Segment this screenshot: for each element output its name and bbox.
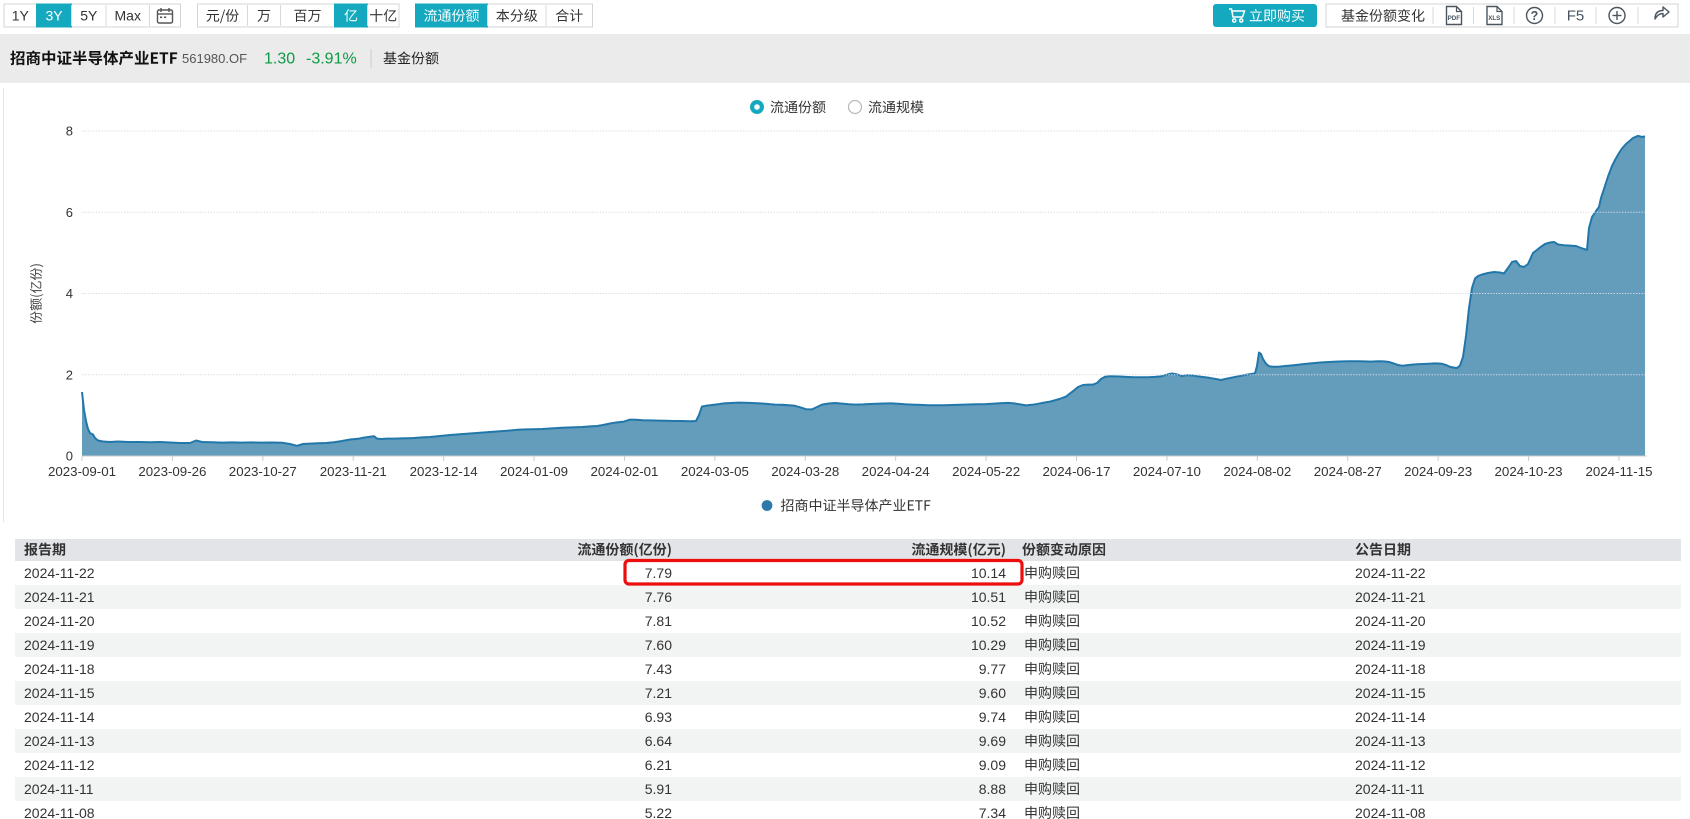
svg-text:4: 4: [66, 286, 73, 301]
svg-text:10.14: 10.14: [971, 565, 1006, 581]
svg-text:7.34: 7.34: [979, 805, 1006, 819]
svg-text:2024-11-21: 2024-11-21: [24, 589, 95, 605]
svg-text:6: 6: [66, 205, 73, 220]
svg-text:-3.91%: -3.91%: [306, 51, 357, 68]
svg-text:2024-11-11: 2024-11-11: [1355, 781, 1425, 797]
svg-text:7.21: 7.21: [645, 685, 672, 701]
svg-text:2024-03-28: 2024-03-28: [771, 464, 839, 479]
svg-text:2023-11-21: 2023-11-21: [320, 464, 387, 479]
svg-text:2: 2: [66, 367, 73, 382]
svg-text:2024-11-19: 2024-11-19: [24, 637, 95, 653]
svg-text:2024-11-19: 2024-11-19: [1355, 637, 1426, 653]
svg-text:7.43: 7.43: [645, 661, 672, 677]
svg-text:5.22: 5.22: [645, 805, 672, 819]
svg-text:1Y: 1Y: [12, 8, 30, 24]
svg-text:2024-11-20: 2024-11-20: [24, 613, 95, 629]
svg-text:9.74: 9.74: [979, 709, 1006, 725]
svg-text:2024-11-14: 2024-11-14: [24, 709, 95, 725]
svg-text:2024-09-23: 2024-09-23: [1404, 464, 1472, 479]
svg-text:10.51: 10.51: [971, 589, 1006, 605]
svg-text:9.60: 9.60: [979, 685, 1006, 701]
svg-text:8.88: 8.88: [979, 781, 1006, 797]
svg-text:2024-11-22: 2024-11-22: [24, 565, 95, 581]
svg-text:2024-11-08: 2024-11-08: [1355, 805, 1426, 819]
svg-text:9.77: 9.77: [979, 661, 1006, 677]
svg-text:2024-08-27: 2024-08-27: [1314, 464, 1382, 479]
svg-text:3Y: 3Y: [45, 8, 63, 24]
svg-text:2024-03-05: 2024-03-05: [681, 464, 749, 479]
svg-text:2024-10-23: 2024-10-23: [1495, 464, 1563, 479]
svg-text:2024-11-13: 2024-11-13: [1355, 733, 1426, 749]
svg-text:7.81: 7.81: [645, 613, 672, 629]
svg-text:10.52: 10.52: [971, 613, 1006, 629]
svg-text:2024-11-12: 2024-11-12: [24, 757, 95, 773]
svg-text:0: 0: [66, 449, 73, 464]
svg-text:6.93: 6.93: [645, 709, 672, 725]
svg-text:9.69: 9.69: [979, 733, 1006, 749]
svg-text:7.60: 7.60: [645, 637, 672, 653]
svg-text:2024-11-20: 2024-11-20: [1355, 613, 1426, 629]
svg-text:F5: F5: [1567, 8, 1585, 25]
svg-text:PDF: PDF: [1448, 15, 1461, 22]
svg-text:2024-08-02: 2024-08-02: [1223, 464, 1291, 479]
svg-text:2024-11-11: 2024-11-11: [24, 781, 94, 797]
svg-text:2024-11-15: 2024-11-15: [24, 685, 95, 701]
svg-text:2024-06-17: 2024-06-17: [1042, 464, 1110, 479]
svg-text:2024-11-14: 2024-11-14: [1355, 709, 1426, 725]
svg-text:2024-11-13: 2024-11-13: [24, 733, 95, 749]
svg-text:10.29: 10.29: [971, 637, 1006, 653]
svg-text:2024-11-22: 2024-11-22: [1355, 565, 1426, 581]
svg-text:8: 8: [66, 124, 73, 139]
svg-text:2024-11-18: 2024-11-18: [24, 661, 95, 677]
svg-text:7.76: 7.76: [645, 589, 672, 605]
svg-text:2024-01-09: 2024-01-09: [500, 464, 568, 479]
svg-text:2024-02-01: 2024-02-01: [590, 464, 658, 479]
svg-text:2024-11-12: 2024-11-12: [1355, 757, 1426, 773]
svg-text:Max: Max: [115, 8, 141, 24]
svg-text:1.30: 1.30: [264, 51, 295, 68]
svg-text:?: ?: [1531, 9, 1539, 23]
svg-text:5Y: 5Y: [80, 8, 98, 24]
svg-text:2024-11-21: 2024-11-21: [1355, 589, 1426, 605]
svg-text:2023-10-27: 2023-10-27: [229, 464, 297, 479]
svg-text:XLS: XLS: [1488, 15, 1500, 22]
svg-text:2024-11-15: 2024-11-15: [1355, 685, 1426, 701]
svg-text:2023-09-01: 2023-09-01: [48, 464, 116, 479]
svg-text:9.09: 9.09: [979, 757, 1006, 773]
svg-text:2024-07-10: 2024-07-10: [1133, 464, 1201, 479]
svg-text:2023-12-14: 2023-12-14: [410, 464, 478, 479]
svg-text:2024-11-18: 2024-11-18: [1355, 661, 1426, 677]
svg-text:2024-05-22: 2024-05-22: [952, 464, 1020, 479]
svg-text:2024-11-08: 2024-11-08: [24, 805, 95, 819]
svg-text:5.91: 5.91: [645, 781, 672, 797]
svg-text:561980.OF: 561980.OF: [182, 51, 247, 66]
svg-text:7.79: 7.79: [645, 565, 672, 581]
svg-text:6.64: 6.64: [645, 733, 672, 749]
svg-text:6.21: 6.21: [645, 757, 672, 773]
svg-text:2024-11-15: 2024-11-15: [1585, 464, 1652, 479]
svg-text:2023-09-26: 2023-09-26: [138, 464, 206, 479]
svg-text:2024-04-24: 2024-04-24: [862, 464, 930, 479]
